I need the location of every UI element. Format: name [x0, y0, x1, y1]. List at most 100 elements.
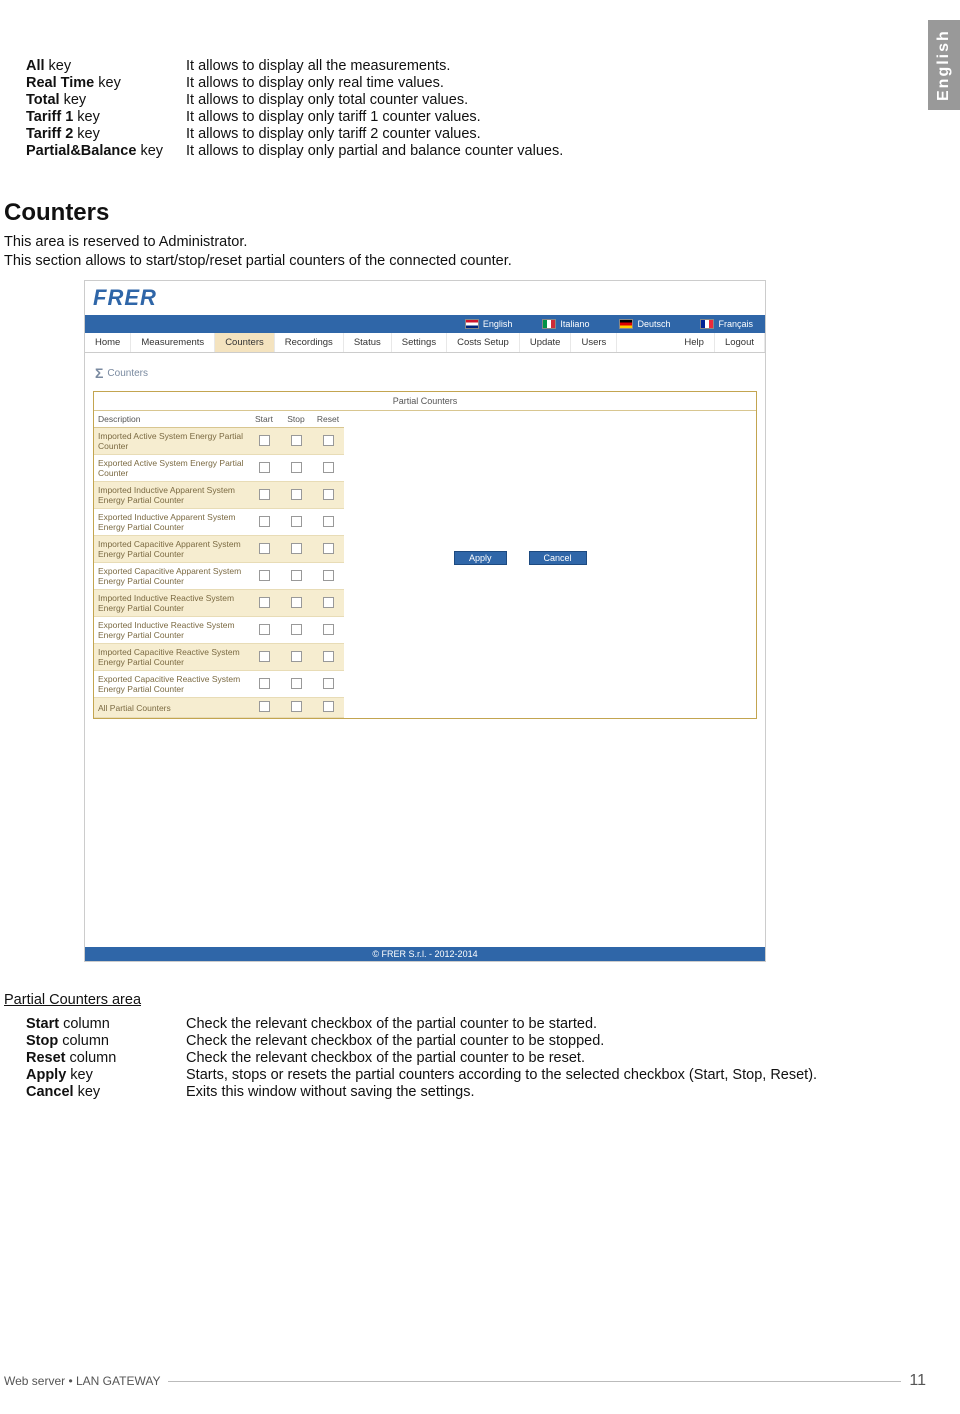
checkbox[interactable]	[291, 678, 302, 689]
checkbox[interactable]	[291, 543, 302, 554]
kv-value: Check the relevant checkbox of the parti…	[186, 1016, 900, 1032]
checkbox-cell	[312, 455, 344, 482]
menu-update[interactable]: Update	[520, 333, 572, 352]
checkbox[interactable]	[323, 435, 334, 446]
checkbox[interactable]	[323, 543, 334, 554]
checkbox-cell	[312, 671, 344, 698]
checkbox[interactable]	[291, 651, 302, 662]
checkbox[interactable]	[323, 624, 334, 635]
checkbox[interactable]	[323, 651, 334, 662]
table-row: Imported Active System Energy Partial Co…	[94, 428, 344, 455]
menu-logout[interactable]: Logout	[715, 333, 765, 352]
checkbox-cell	[248, 563, 280, 590]
checkbox[interactable]	[291, 570, 302, 581]
flag-icon	[465, 319, 479, 329]
row-description: Exported Active System Energy Partial Co…	[94, 455, 248, 482]
kv-row: Tariff 2 keyIt allows to display only ta…	[26, 126, 900, 142]
kv-label: Apply key	[26, 1067, 186, 1083]
kv-label: Total key	[26, 92, 186, 108]
menu-settings[interactable]: Settings	[392, 333, 447, 352]
checkbox[interactable]	[259, 570, 270, 581]
kv-row: All keyIt allows to display all the meas…	[26, 58, 900, 74]
checkbox[interactable]	[259, 462, 270, 473]
checkbox-cell	[312, 428, 344, 455]
menu-users[interactable]: Users	[571, 333, 617, 352]
apply-button[interactable]: Apply	[454, 551, 507, 565]
checkbox[interactable]	[291, 597, 302, 608]
checkbox[interactable]	[259, 543, 270, 554]
menu-counters[interactable]: Counters	[215, 333, 275, 352]
checkbox[interactable]	[291, 435, 302, 446]
table-row: Exported Inductive Apparent System Energ…	[94, 509, 344, 536]
menu-recordings[interactable]: Recordings	[275, 333, 344, 352]
checkbox[interactable]	[259, 678, 270, 689]
language-bar: English Italiano Deutsch Français	[85, 315, 765, 333]
kv-row: Start columnCheck the relevant checkbox …	[26, 1016, 900, 1032]
row-description: Exported Inductive Apparent System Energ…	[94, 509, 248, 536]
col-start: Start	[248, 411, 280, 428]
checkbox[interactable]	[259, 435, 270, 446]
checkbox[interactable]	[323, 489, 334, 500]
checkbox[interactable]	[259, 624, 270, 635]
menu-status[interactable]: Status	[344, 333, 392, 352]
kv-value: Starts, stops or resets the partial coun…	[186, 1067, 900, 1083]
kv-label: Reset column	[26, 1050, 186, 1066]
lang-de[interactable]: Deutsch	[619, 319, 670, 329]
checkbox[interactable]	[259, 651, 270, 662]
section-title-counters: Counters	[4, 199, 900, 227]
lang-en[interactable]: English	[465, 319, 513, 329]
checkbox[interactable]	[323, 678, 334, 689]
checkbox-cell	[312, 617, 344, 644]
checkbox[interactable]	[291, 516, 302, 527]
checkbox[interactable]	[323, 570, 334, 581]
checkbox-cell	[248, 482, 280, 509]
table-row: Exported Capacitive Reactive System Ener…	[94, 671, 344, 698]
checkbox[interactable]	[259, 701, 270, 712]
checkbox-cell	[248, 455, 280, 482]
checkbox-cell	[248, 428, 280, 455]
checkbox-cell	[280, 617, 312, 644]
checkbox-cell	[248, 644, 280, 671]
cancel-button[interactable]: Cancel	[529, 551, 587, 565]
menu-help[interactable]: Help	[674, 333, 715, 352]
kv-label: Real Time key	[26, 75, 186, 91]
checkbox-cell	[248, 671, 280, 698]
checkbox[interactable]	[259, 489, 270, 500]
lang-it[interactable]: Italiano	[542, 319, 589, 329]
menu-costs-setup[interactable]: Costs Setup	[447, 333, 520, 352]
checkbox[interactable]	[291, 624, 302, 635]
kv-value: It allows to display all the measurement…	[186, 58, 900, 74]
kv-label: All key	[26, 58, 186, 74]
checkbox-cell	[280, 455, 312, 482]
panel-title: Partial Counters	[94, 392, 756, 411]
checkbox-cell	[312, 698, 344, 718]
lang-fr[interactable]: Français	[700, 319, 753, 329]
menu-home[interactable]: Home	[85, 333, 131, 352]
checkbox[interactable]	[291, 462, 302, 473]
sigma-icon: Σ	[95, 365, 103, 381]
row-description: Imported Capacitive Reactive System Ener…	[94, 644, 248, 671]
checkbox[interactable]	[291, 489, 302, 500]
page-number: 11	[901, 1372, 926, 1390]
checkbox[interactable]	[259, 597, 270, 608]
ss-footer: © FRER S.r.l. - 2012-2014	[85, 947, 765, 961]
col-stop: Stop	[280, 411, 312, 428]
checkbox[interactable]	[323, 701, 334, 712]
checkbox-cell	[248, 698, 280, 718]
checkbox[interactable]	[323, 597, 334, 608]
intro-line-2: This section allows to start/stop/reset …	[4, 253, 512, 269]
checkbox[interactable]	[291, 701, 302, 712]
footer-line	[168, 1381, 901, 1382]
menu-measurements[interactable]: Measurements	[131, 333, 215, 352]
checkbox[interactable]	[323, 516, 334, 527]
checkbox[interactable]	[323, 462, 334, 473]
row-description: Exported Capacitive Apparent System Ener…	[94, 563, 248, 590]
col-description: Description	[94, 411, 248, 428]
checkbox-cell	[280, 698, 312, 718]
intro-text: This area is reserved to Administrator. …	[4, 233, 900, 270]
kv-label: Start column	[26, 1016, 186, 1032]
table-row: Imported Capacitive Reactive System Ener…	[94, 644, 344, 671]
kv-row: Real Time keyIt allows to display only r…	[26, 75, 900, 91]
checkbox[interactable]	[259, 516, 270, 527]
kv-value: It allows to display only tariff 1 count…	[186, 109, 900, 125]
